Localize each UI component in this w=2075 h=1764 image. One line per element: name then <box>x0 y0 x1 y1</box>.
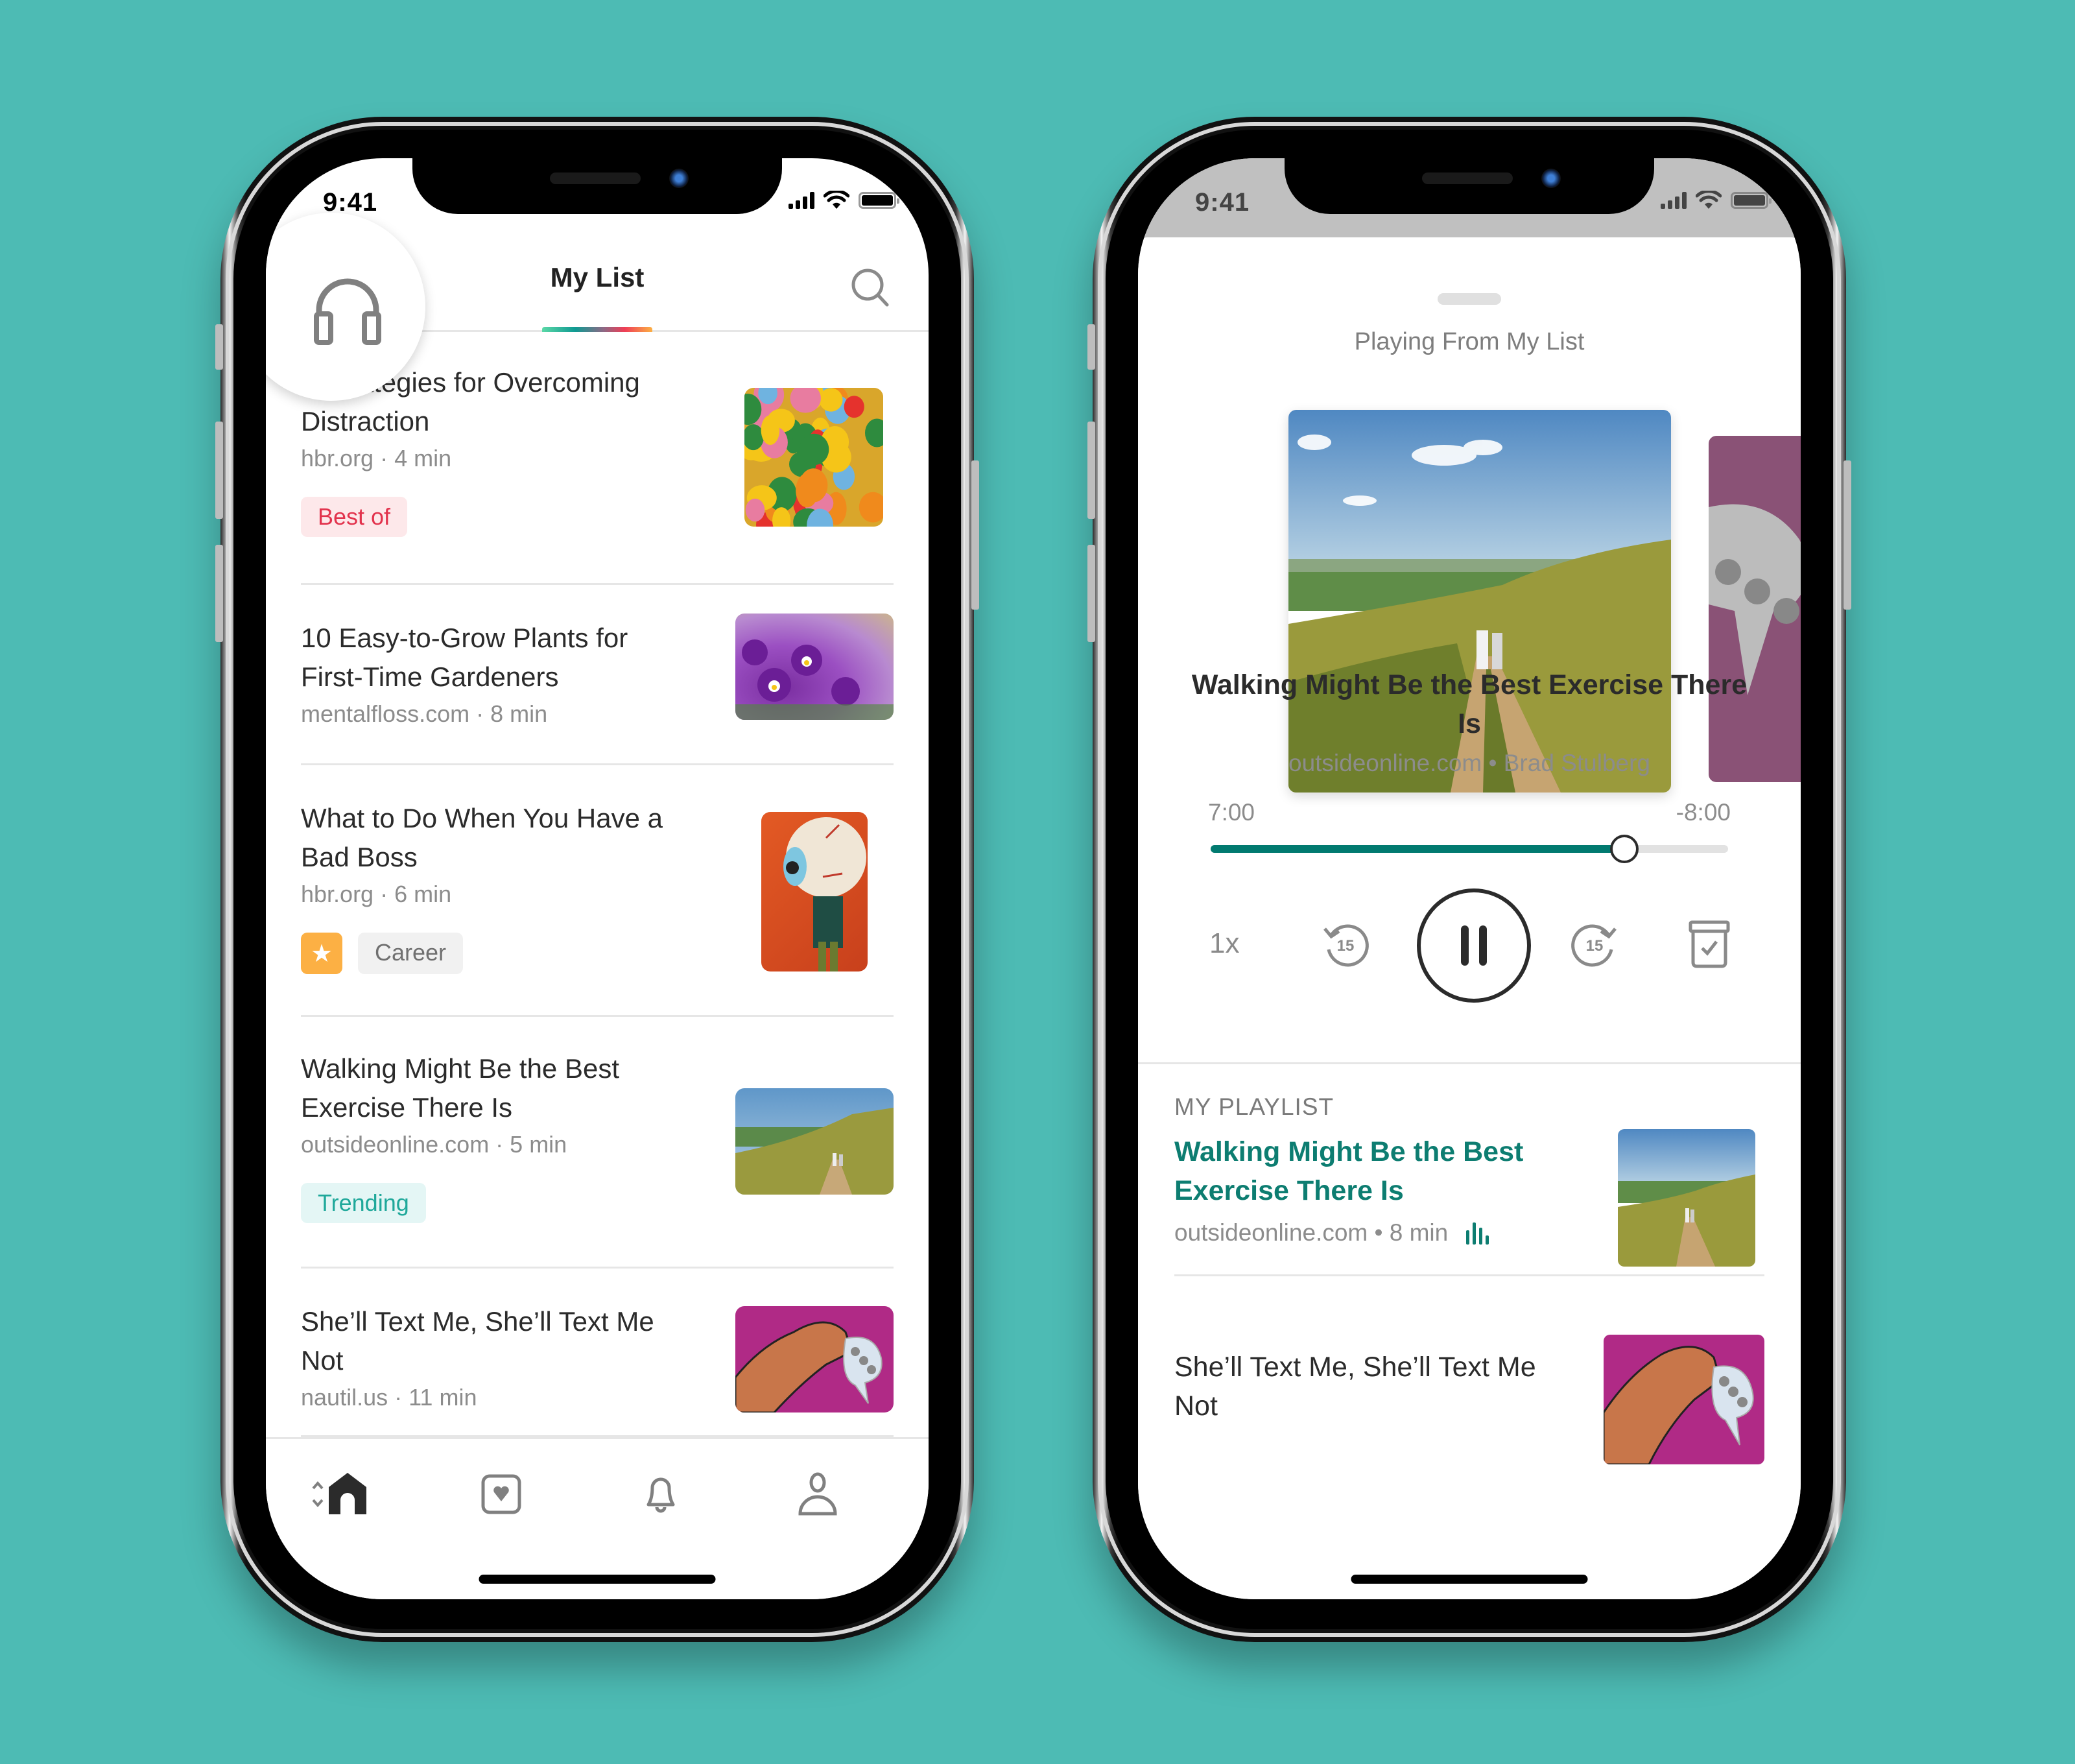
pause-button[interactable] <box>1417 888 1531 1003</box>
tag-career[interactable]: Career <box>358 933 464 974</box>
playlist-label: MY PLAYLIST <box>1174 1093 1334 1120</box>
now-playing-title: Walking Might Be the Best Exercise There… <box>1191 669 1748 739</box>
article-thumbnail <box>744 388 883 527</box>
article-thumbnail <box>761 812 868 971</box>
nav-activity[interactable] <box>632 1465 690 1523</box>
pause-icon <box>1461 925 1487 966</box>
article-title[interactable]: What to Do When You Have a Bad Boss <box>301 799 690 877</box>
playlist-item[interactable]: Walking Might Be the Best Exercise There… <box>1174 1129 1764 1276</box>
volume-up-button <box>215 422 223 519</box>
progress-slider[interactable] <box>1211 835 1728 863</box>
left-phone-frame: 9:41 My List 4 Strategies for Overcoming… <box>215 117 979 1642</box>
my-list-screen: 9:41 My List 4 Strategies for Overcoming… <box>266 158 929 1599</box>
playlist-item-title[interactable]: Walking Might Be the Best Exercise There… <box>1174 1132 1576 1210</box>
elapsed-time: 7:00 <box>1208 799 1255 826</box>
now-playing-meta: outsideonline.com • Brad Stulberg <box>1288 750 1650 776</box>
headphones-icon <box>314 278 381 345</box>
article-title[interactable]: She’ll Text Me, She’ll Text Me Not <box>301 1302 690 1380</box>
section-divider <box>1138 1062 1801 1064</box>
wifi-icon <box>824 191 849 209</box>
favorite-star-icon[interactable]: ★ <box>301 933 342 974</box>
bell-icon <box>646 1477 675 1513</box>
article-thumbnail <box>735 1088 894 1195</box>
signal-icon <box>1661 192 1687 209</box>
playlist-item-meta: outsideonline.com • 8 min <box>1174 1219 1449 1246</box>
article-title[interactable]: 10 Easy-to-Grow Plants for First-Time Ga… <box>301 619 690 697</box>
search-button[interactable] <box>847 265 894 311</box>
battery-icon <box>859 192 899 209</box>
playing-from-label: Playing From My List <box>1354 328 1585 355</box>
tag-trending[interactable]: Trending <box>301 1183 426 1223</box>
playlist-item-title[interactable]: She’ll Text Me, She’ll Text Me Not <box>1174 1348 1576 1425</box>
volume-up-button <box>1087 422 1095 519</box>
notch <box>1285 158 1654 214</box>
volume-down-button <box>1087 545 1095 642</box>
speed-button[interactable]: 1x <box>1209 927 1239 960</box>
article-title[interactable]: Walking Might Be the Best Exercise There… <box>301 1049 690 1127</box>
skip-forward-button[interactable]: 15 <box>1570 920 1619 969</box>
article-thumbnail <box>735 614 894 720</box>
search-icon <box>851 268 889 307</box>
progress-knob[interactable] <box>1610 835 1639 863</box>
mute-switch <box>215 324 223 370</box>
balloon-shape <box>799 433 829 466</box>
balloon-shape <box>819 388 843 412</box>
player-screen: 9:41 Playing From My List Walking Might … <box>1138 158 1801 1599</box>
remaining-time: -8:00 <box>1676 799 1731 826</box>
rewind-15-icon: 15 <box>1323 924 1369 967</box>
article-thumbnail <box>735 1306 894 1412</box>
archive-button[interactable] <box>1687 918 1732 970</box>
signal-icon <box>788 192 814 209</box>
volume-down-button <box>215 545 223 642</box>
balloon-shape <box>745 498 765 522</box>
forward-15-icon: 15 <box>1571 924 1617 967</box>
playback-controls: 1x 15 15 <box>1138 888 1801 1012</box>
list-item[interactable]: What to Do When You Have a Bad Boss hbr.… <box>301 765 894 1017</box>
sort-toggle-icon <box>312 1481 324 1508</box>
notch <box>412 158 782 214</box>
pocket-heart-icon <box>481 1474 521 1514</box>
balloon-shape <box>844 396 864 418</box>
wifi-icon <box>1696 191 1722 209</box>
now-playing-bars-icon <box>1466 1222 1489 1245</box>
player-sheet: Playing From My List Walking Might Be th… <box>1138 237 1801 1599</box>
playlist-item-thumbnail <box>1604 1335 1764 1464</box>
balloon-shape <box>761 415 780 446</box>
progress-fill <box>1211 845 1625 853</box>
power-button <box>971 460 979 610</box>
playlist-item[interactable]: She’ll Text Me, She’ll Text Me Not <box>1174 1335 1764 1464</box>
home-icon <box>329 1473 366 1514</box>
balloon-shape <box>799 468 828 503</box>
home-indicator[interactable] <box>479 1575 716 1584</box>
status-time: 9:41 <box>1195 188 1250 217</box>
tag-best-of[interactable]: Best of <box>301 497 408 537</box>
svg-text:15: 15 <box>1337 937 1355 955</box>
right-phone-frame: 9:41 Playing From My List Walking Might … <box>1087 117 1851 1642</box>
playlist-item-thumbnail <box>1618 1129 1755 1267</box>
list-item[interactable]: Walking Might Be the Best Exercise There… <box>301 1017 894 1269</box>
power-button <box>1844 460 1851 610</box>
skip-back-button[interactable]: 15 <box>1321 920 1370 969</box>
nav-profile[interactable] <box>788 1465 847 1523</box>
active-tab-indicator <box>542 327 652 332</box>
archive-check-icon <box>1689 920 1730 968</box>
home-indicator[interactable] <box>1351 1575 1588 1584</box>
nav-discover[interactable] <box>472 1465 530 1523</box>
list-item[interactable]: 10 Easy-to-Grow Plants for First-Time Ga… <box>301 585 894 765</box>
svg-text:15: 15 <box>1586 937 1604 955</box>
battery-icon <box>1731 192 1772 209</box>
person-icon <box>798 1472 837 1516</box>
sheet-grabber[interactable] <box>1438 293 1501 305</box>
article-list: 4 Strategies for Overcoming Distraction … <box>301 332 894 1437</box>
mute-switch <box>1087 324 1095 370</box>
list-item[interactable]: She’ll Text Me, She’ll Text Me Not nauti… <box>301 1269 894 1437</box>
nav-home[interactable] <box>305 1465 376 1523</box>
